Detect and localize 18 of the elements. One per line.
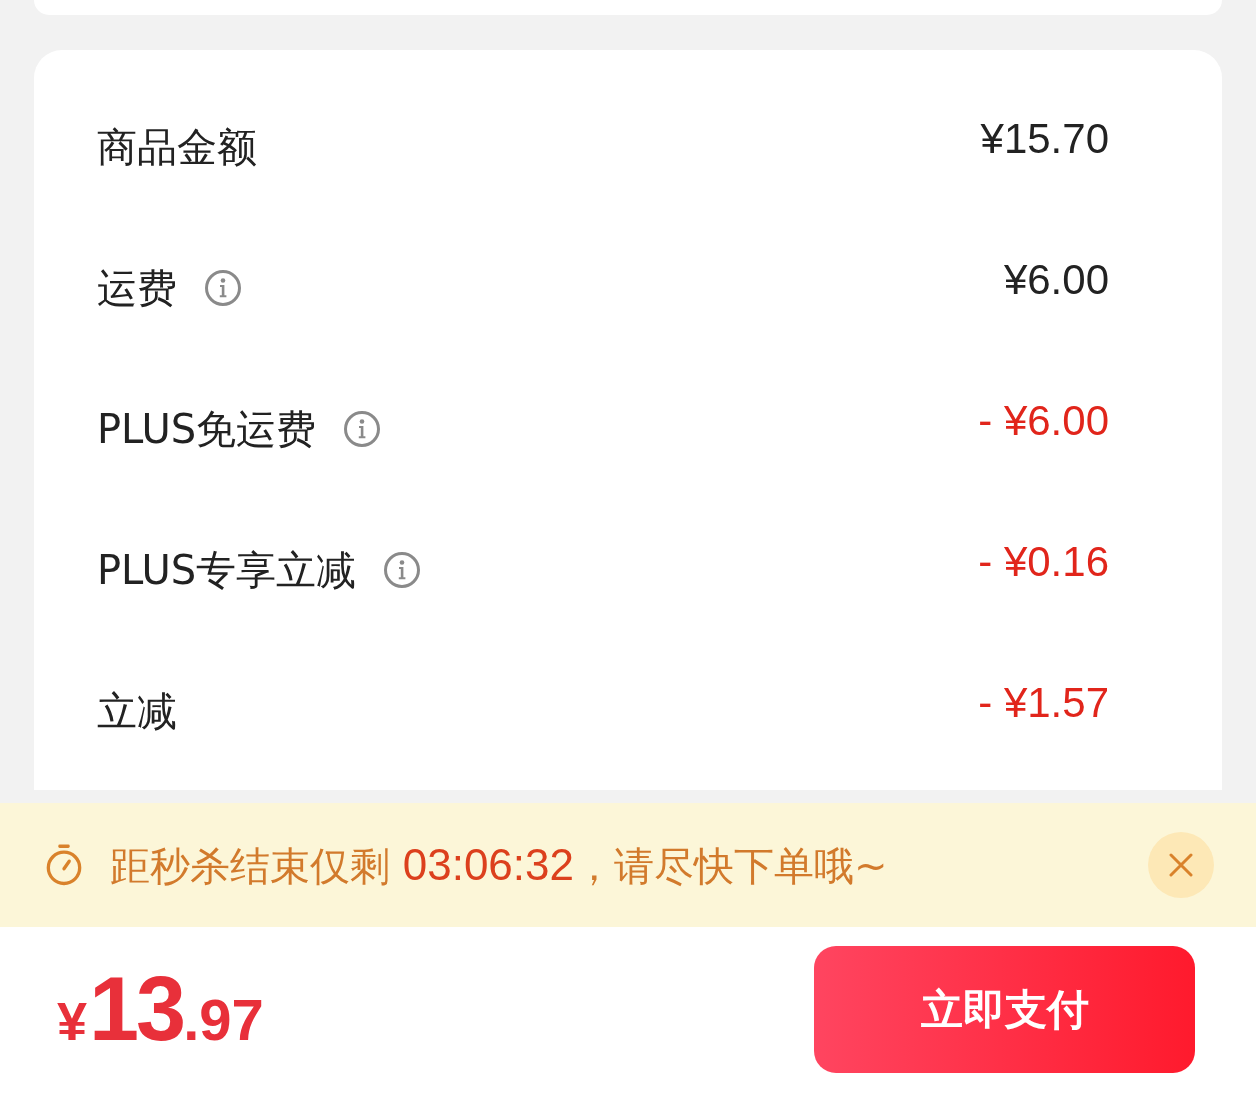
info-icon[interactable] xyxy=(205,269,241,306)
row-amount: ¥15.70 xyxy=(980,114,1109,165)
total-price: ¥13.97 xyxy=(57,960,264,1059)
pay-button[interactable]: 立即支付 xyxy=(814,946,1195,1073)
row-label: 商品金额 xyxy=(97,122,257,171)
row-label: PLUS专享立减 xyxy=(97,545,357,594)
row-amount: - ¥1.57 xyxy=(978,678,1109,729)
info-icon[interactable] xyxy=(344,410,381,447)
info-icon[interactable] xyxy=(384,551,421,588)
row-label: 立减 xyxy=(97,686,177,735)
row-amount: - ¥6.00 xyxy=(978,396,1109,447)
stopwatch-icon xyxy=(45,844,83,886)
countdown-message: 距秒杀结束仅剩 03:06:32，请尽快下单哦~ xyxy=(110,838,889,891)
row-label: 运费 xyxy=(97,263,177,312)
row-amount: - ¥0.16 xyxy=(978,537,1109,588)
row-amount: ¥6.00 xyxy=(1003,255,1109,306)
row-label: PLUS免运费 xyxy=(97,404,317,453)
close-icon xyxy=(1169,853,1193,877)
